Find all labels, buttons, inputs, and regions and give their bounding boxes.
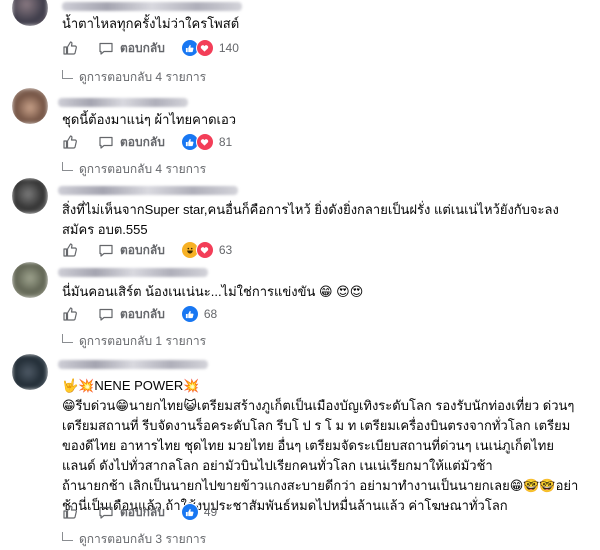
reaction-count: 68	[203, 307, 218, 321]
comment-text-body: นี่มันคอนเสิร์ต น้องเนเน่นะ...ไม่ใช่การแ…	[62, 284, 316, 299]
view-replies-label[interactable]: ดูการตอบกลับ 4 รายการ	[79, 68, 206, 87]
love-reaction-icon	[195, 39, 214, 57]
speech-bubble-icon[interactable]	[98, 242, 114, 258]
reaction-summary[interactable]: 68	[180, 305, 218, 323]
reaction-count: 140	[218, 41, 239, 55]
comment-text: น้ำตาไหลทุกครั้งไม่ว่าใครโพสต์	[62, 16, 240, 31]
view-replies-link[interactable]: ดูการตอบกลับ 4 รายการ	[62, 160, 206, 179]
blurred-name	[58, 98, 188, 107]
speech-bubble-icon[interactable]	[98, 504, 114, 520]
reaction-count: 81	[218, 135, 233, 149]
like-reaction-icon	[180, 305, 199, 323]
reply-button[interactable]: ตอบกลับ	[120, 241, 165, 260]
thumbs-up-icon[interactable]	[62, 306, 78, 322]
comment-line-1: 🤟💥NENE POWER💥	[62, 378, 200, 393]
avatar[interactable]	[12, 354, 48, 390]
comment-text: นี่มันคอนเสิร์ต น้องเนเน่นะ...ไม่ใช่การแ…	[62, 282, 582, 302]
reaction-summary[interactable]: 63	[180, 241, 233, 259]
reply-button[interactable]: ตอบกลับ	[120, 39, 165, 58]
comment-actions: ตอบกลับ 68	[62, 304, 217, 324]
thumbs-up-icon[interactable]	[62, 242, 78, 258]
reaction-summary[interactable]: 140	[180, 39, 239, 57]
reply-button[interactable]: ตอบกลับ	[120, 503, 165, 522]
reply-thread-hook	[62, 532, 73, 541]
avatar[interactable]	[12, 0, 48, 26]
reply-thread-hook	[62, 70, 73, 79]
avatar[interactable]	[12, 262, 48, 298]
blurred-name	[58, 186, 238, 195]
reply-button[interactable]: ตอบกลับ	[120, 133, 165, 152]
comment-actions: ตอบกลับ 140	[62, 38, 239, 58]
comment-text: ชุดนี้ต้องมาแน่ๆ ผ้าไทยคาดเอว	[62, 112, 237, 127]
reaction-count: 63	[218, 243, 233, 257]
view-replies-link[interactable]: ดูการตอบกลับ 4 รายการ	[62, 68, 206, 87]
comment-text: สิ่งที่ไม่เห็นจากSuper star,คนอื่นก็คือก…	[62, 202, 559, 237]
comment-text: 🤟💥NENE POWER💥 😁รีบด่วน😁นายกไทย😺เตรียมสร้…	[62, 376, 582, 516]
thumbs-up-icon[interactable]	[62, 504, 78, 520]
blurred-name	[62, 2, 242, 11]
reaction-summary[interactable]: 81	[180, 133, 233, 151]
like-reaction-icon	[180, 503, 199, 521]
thumbs-up-icon[interactable]	[62, 134, 78, 150]
speech-bubble-icon[interactable]	[98, 134, 114, 150]
speech-bubble-icon[interactable]	[98, 306, 114, 322]
view-replies-label[interactable]: ดูการตอบกลับ 4 รายการ	[79, 160, 206, 179]
comment-actions: ตอบกลับ 81	[62, 132, 232, 152]
love-reaction-icon	[195, 241, 214, 259]
avatar[interactable]	[12, 178, 48, 214]
reply-thread-hook	[62, 162, 73, 171]
avatar[interactable]	[12, 88, 48, 124]
reaction-count: 49	[203, 505, 218, 519]
thumbs-up-icon[interactable]	[62, 40, 78, 56]
comment-emojis: 😁 😍😍	[319, 284, 364, 299]
view-replies-label[interactable]: ดูการตอบกลับ 3 รายการ	[79, 530, 206, 549]
view-replies-link[interactable]: ดูการตอบกลับ 3 รายการ	[62, 530, 206, 549]
speech-bubble-icon[interactable]	[98, 40, 114, 56]
blurred-name	[58, 268, 208, 277]
view-replies-link[interactable]: ดูการตอบกลับ 1 รายการ	[62, 332, 206, 351]
reaction-summary[interactable]: 49	[180, 503, 218, 521]
reply-button[interactable]: ตอบกลับ	[120, 305, 165, 324]
view-replies-label[interactable]: ดูการตอบกลับ 1 รายการ	[79, 332, 206, 351]
comment-actions: ตอบกลับ 49	[62, 502, 217, 522]
comment-actions: ตอบกลับ 63	[62, 240, 232, 260]
love-reaction-icon	[195, 133, 214, 151]
blurred-name	[58, 360, 208, 369]
reply-thread-hook	[62, 334, 73, 343]
comment-line-2: 😁รีบด่วน😁นายกไทย😺เตรียมสร้างภูเก็ตเป็นเม…	[62, 398, 575, 473]
